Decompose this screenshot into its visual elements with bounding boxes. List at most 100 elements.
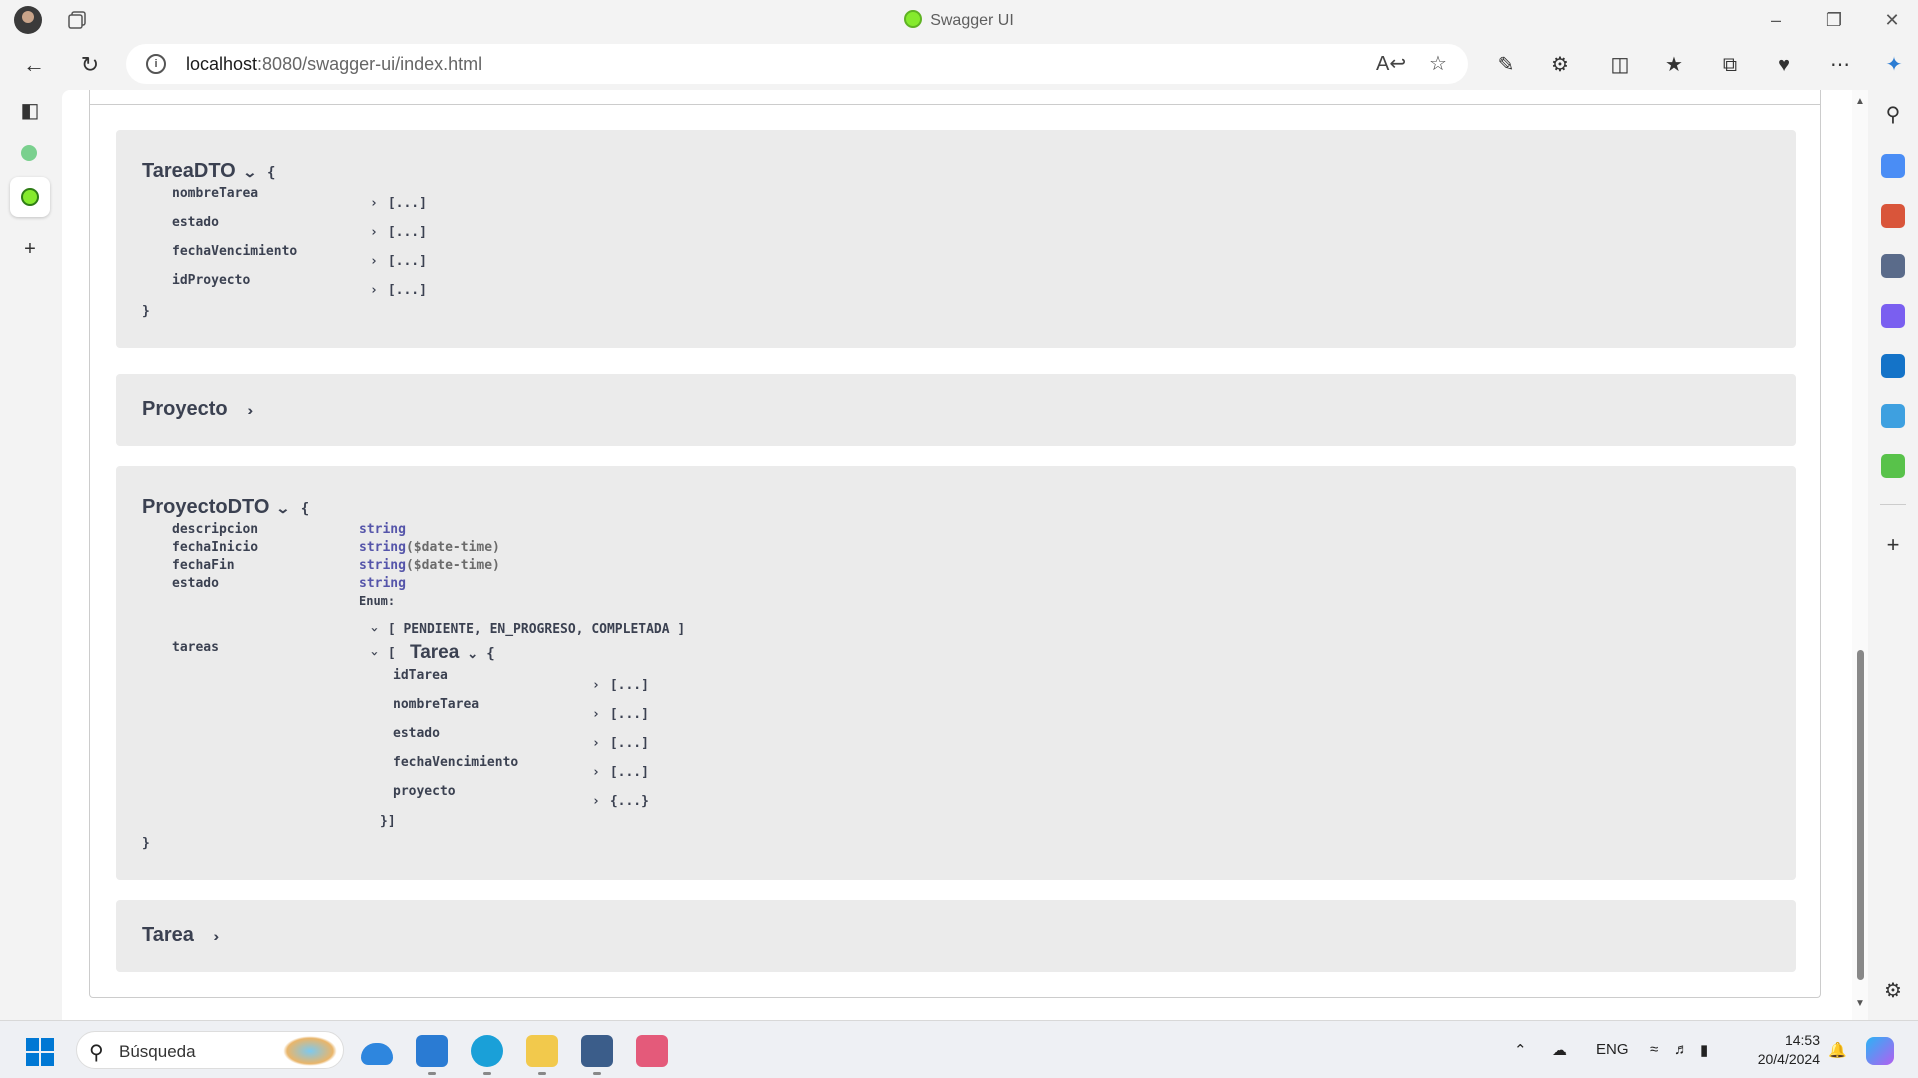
restore-button[interactable]: ❐ <box>1822 8 1846 32</box>
chevron-down-icon[interactable]: ⌄ <box>276 500 291 517</box>
chevron-right-icon[interactable]: › <box>592 707 600 722</box>
refresh-icon[interactable]: ↻ <box>76 51 104 79</box>
prop-name: fechaVencimiento <box>172 244 298 259</box>
vscode-icon[interactable] <box>416 1035 448 1075</box>
prop-value[interactable]: › [...] <box>592 765 649 780</box>
chevron-down-icon[interactable]: › <box>366 650 381 658</box>
prop-value[interactable]: › [...] <box>592 736 649 751</box>
site-info-icon[interactable]: i <box>146 54 166 74</box>
model-proyectodto: ProyectoDTO ⌄ { descripcion string fechaI… <box>116 466 1796 880</box>
shopping-tag-icon[interactable] <box>1881 154 1905 178</box>
eyedropper-icon[interactable]: ✎ <box>1492 51 1520 79</box>
collections-icon[interactable]: ⧉ <box>1716 51 1744 79</box>
battery-icon[interactable]: ▮ <box>1700 1041 1708 1059</box>
microsoft365-icon[interactable] <box>1881 304 1905 328</box>
notifications-bell-icon[interactable]: 🔔 <box>1828 1041 1847 1059</box>
model-title[interactable]: TareaDTO ⌄ { <box>142 160 275 183</box>
duolingo-icon[interactable] <box>1881 454 1905 478</box>
minimize-button[interactable]: – <box>1764 8 1788 32</box>
back-arrow-icon[interactable]: ← <box>20 51 48 79</box>
vertical-tabs-strip: ◧ + <box>0 90 62 1020</box>
prop-value[interactable]: › [...] <box>592 678 649 693</box>
chevron-right-icon[interactable]: › <box>592 678 600 693</box>
sidebar-settings-icon[interactable]: ⚙ <box>1881 978 1905 1002</box>
model-proyecto[interactable]: Proyecto › <box>116 374 1796 446</box>
chevron-right-icon[interactable]: › <box>370 225 378 240</box>
volume-icon[interactable]: ♬ <box>1674 1041 1689 1058</box>
close-brace: } <box>142 304 150 319</box>
schemas-section: TareaDTO ⌄ { nombreTarea › [...] estado ›[… <box>89 90 1821 998</box>
chevron-down-icon[interactable]: ⌄ <box>467 646 478 661</box>
chevron-right-icon[interactable]: › <box>592 736 600 751</box>
chevron-right-icon[interactable]: › <box>592 765 600 780</box>
chevron-down-icon[interactable]: ⌄ <box>242 164 257 181</box>
prop-name: fechaInicio <box>172 540 259 555</box>
whatsapp-tab-icon[interactable] <box>21 145 37 161</box>
read-aloud-icon[interactable]: A↩ <box>1376 52 1406 76</box>
add-sidebar-app-icon[interactable]: + <box>1881 532 1905 557</box>
url-text[interactable]: localhost:8080/swagger-ui/index.html <box>186 54 482 75</box>
address-bar[interactable]: i localhost:8080/swagger-ui/index.html A… <box>126 44 1468 84</box>
onedrive-tray-icon[interactable]: ☁ <box>1552 1041 1567 1059</box>
scroll-down-arrow-icon[interactable]: ▼ <box>1855 998 1865 1009</box>
scrollbar-thumb[interactable] <box>1857 650 1864 980</box>
favorites-icon[interactable]: ★ <box>1660 51 1688 79</box>
close-button[interactable]: ✕ <box>1880 8 1904 32</box>
model-tarea[interactable]: Tarea › <box>116 900 1796 972</box>
wifi-icon[interactable]: ≈ <box>1650 1041 1658 1058</box>
copilot-icon[interactable]: ✦ <box>1880 51 1908 79</box>
windows-start-icon[interactable] <box>26 1038 54 1066</box>
model-tareadto: TareaDTO ⌄ { nombreTarea › [...] estado ›[… <box>116 130 1796 348</box>
outlook-icon[interactable] <box>1881 354 1905 378</box>
chevron-right-icon[interactable]: › <box>370 196 378 211</box>
prop-value[interactable]: › [...] <box>370 196 427 211</box>
chevron-right-icon[interactable]: › <box>370 254 378 269</box>
tools-briefcase-icon[interactable] <box>1881 204 1905 228</box>
swagger-favicon-icon <box>904 10 923 28</box>
enum-values[interactable]: ›[ PENDIENTE, EN_PROGRESO, COMPLETADA ] <box>366 622 685 637</box>
sidebar-panel-icon[interactable]: ◧ <box>17 98 43 124</box>
swagger-tab-icon[interactable] <box>10 177 50 217</box>
prop-value[interactable]: › [...] <box>370 283 427 298</box>
model-title[interactable]: Proyecto › <box>142 398 253 421</box>
chevron-right-icon[interactable]: › <box>370 283 378 298</box>
chevron-right-icon[interactable]: › <box>247 402 253 418</box>
prop-name: estado <box>172 215 219 230</box>
file-explorer-icon[interactable] <box>526 1035 558 1075</box>
inner-model-title[interactable]: Tarea ⌄{ <box>410 642 495 664</box>
chevron-down-icon[interactable]: › <box>366 626 381 634</box>
prop-type: string <box>359 522 406 537</box>
search-icon[interactable]: ⚲ <box>1881 102 1905 126</box>
chevron-right-icon[interactable]: › <box>213 928 219 944</box>
favorite-star-icon[interactable]: ☆ <box>1426 52 1450 76</box>
language-indicator[interactable]: ENG <box>1596 1041 1629 1058</box>
page-viewport: TareaDTO ⌄ { nombreTarea › [...] estado ›[… <box>62 90 1868 1020</box>
edge-icon[interactable] <box>471 1035 503 1075</box>
show-hidden-icons-chevron-icon[interactable]: ⌃ <box>1514 1041 1527 1059</box>
chevron-right-icon[interactable]: › <box>592 794 600 809</box>
model-title[interactable]: ProyectoDTO ⌄ { <box>142 496 309 519</box>
new-tab-plus-icon[interactable]: + <box>17 236 43 262</box>
games-icon[interactable] <box>1881 254 1905 278</box>
tareas-array[interactable]: ›[ <box>366 646 395 661</box>
prop-name: nombreTarea <box>393 697 480 712</box>
prop-value[interactable]: › {...} <box>592 794 649 809</box>
page-scrollbar[interactable]: ▲ ▼ <box>1852 90 1868 1020</box>
taskbar-clock[interactable]: 14:53 20/4/2024 <box>1740 1031 1820 1069</box>
model-title[interactable]: Tarea › <box>142 924 219 947</box>
copilot-taskbar-icon[interactable] <box>1866 1037 1894 1065</box>
prop-value[interactable]: › [...] <box>370 254 427 269</box>
enum-label: Enum: <box>359 594 396 608</box>
telegram-send-icon[interactable] <box>1881 404 1905 428</box>
browser-essentials-icon[interactable]: ♥ <box>1770 51 1798 79</box>
onedrive-icon[interactable] <box>361 1043 393 1065</box>
scroll-up-arrow-icon[interactable]: ▲ <box>1855 96 1865 107</box>
prop-value[interactable]: › [...] <box>370 225 427 240</box>
more-options-icon[interactable]: ⋯ <box>1826 51 1854 79</box>
split-screen-icon[interactable]: ◫ <box>1606 51 1634 79</box>
taskbar-search[interactable]: ⚲ Búsqueda <box>76 1031 344 1069</box>
jetbrains-app-icon[interactable] <box>581 1035 613 1075</box>
snipping-tool-icon[interactable] <box>636 1035 668 1067</box>
extensions-icon[interactable]: ⚙ <box>1546 51 1574 79</box>
prop-value[interactable]: › [...] <box>592 707 649 722</box>
